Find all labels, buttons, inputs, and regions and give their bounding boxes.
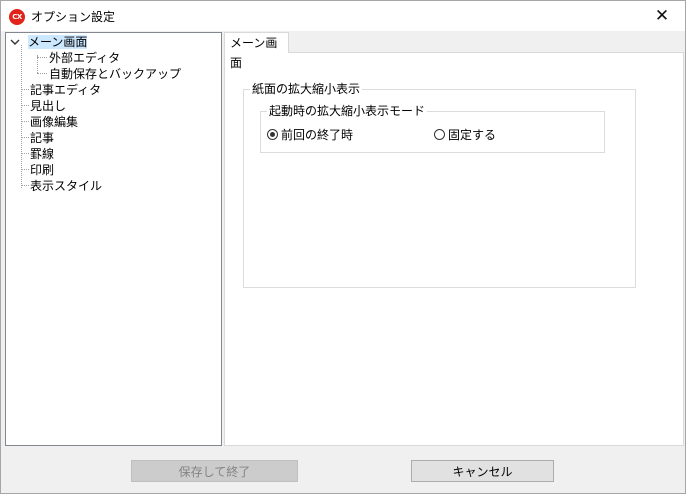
tree-connector: [21, 121, 29, 122]
tree-item-label: 記事エディタ: [30, 83, 102, 97]
chevron-down-icon[interactable]: [10, 37, 20, 47]
tree-item-label: 記事: [30, 131, 55, 145]
tree-connector: [21, 45, 22, 188]
tree-connector: [37, 57, 47, 58]
tree-item-article[interactable]: 記事: [30, 130, 54, 146]
tab-main-screen[interactable]: メーン画面: [224, 32, 289, 70]
app-icon: CX: [9, 9, 25, 25]
close-icon: ✕: [654, 6, 670, 26]
radio-previous-exit[interactable]: 前回の終了時: [267, 126, 353, 142]
tree-connector: [21, 137, 29, 138]
group-title: 紙面の拡大縮小表示: [250, 81, 363, 97]
tree-item-label: メーン画面: [28, 35, 88, 49]
title-bar: CX オプション設定 ✕: [1, 1, 685, 31]
tree-connector: [21, 169, 29, 170]
category-tree[interactable]: メーン画面 外部エディタ 自動保存とバックアップ 記事エディタ 見出し 画像編集…: [5, 32, 222, 446]
tree-item-label: 罫線: [30, 147, 55, 161]
cancel-button[interactable]: キャンセル: [411, 460, 554, 482]
tree-item-print[interactable]: 印刷: [30, 162, 54, 178]
tree-connector: [21, 105, 29, 106]
radio-label: 前回の終了時: [281, 127, 354, 142]
tree-connector: [21, 153, 29, 154]
tree-connector: [21, 89, 29, 90]
radio-checked-icon: [267, 128, 278, 140]
tree-item-label: 見出し: [30, 99, 67, 113]
tab-panel: 紙面の拡大縮小表示 起動時の拡大縮小表示モード 前回の終了時 固定する: [224, 52, 684, 446]
tree-connector: [21, 185, 29, 186]
tree-item-display-style[interactable]: 表示スタイル: [30, 178, 102, 194]
radio-fixed[interactable]: 固定する: [434, 126, 496, 142]
save-and-exit-button[interactable]: 保存して終了: [131, 460, 298, 482]
tree-item-article-editor[interactable]: 記事エディタ: [30, 82, 101, 98]
tree-item-external-editor[interactable]: 外部エディタ: [49, 50, 120, 66]
tree-item-label: 表示スタイル: [30, 179, 103, 193]
tree-connector: [37, 73, 47, 74]
tree-item-label: 自動保存とバックアップ: [49, 67, 182, 81]
radio-unchecked-icon: [434, 128, 445, 140]
tree-item-label: 外部エディタ: [49, 51, 121, 65]
options-dialog: CX オプション設定 ✕ メーン画面 外部エディタ 自動保存とバックアップ 記事…: [0, 0, 686, 494]
tree-item-main-screen[interactable]: メーン画面: [28, 34, 88, 50]
close-button[interactable]: ✕: [639, 1, 685, 31]
tree-item-autosave-backup[interactable]: 自動保存とバックアップ: [49, 66, 181, 82]
tree-item-label: 印刷: [30, 163, 55, 177]
zoom-display-group: 紙面の拡大縮小表示 起動時の拡大縮小表示モード 前回の終了時 固定する: [243, 81, 636, 288]
startup-zoom-mode-group: 起動時の拡大縮小表示モード 前回の終了時 固定する: [260, 103, 605, 153]
tree-item-ruled-lines[interactable]: 罫線: [30, 146, 54, 162]
window-title: オプション設定: [31, 10, 116, 24]
tree-item-label: 画像編集: [30, 115, 79, 129]
tree-item-headline[interactable]: 見出し: [30, 98, 66, 114]
radio-label: 固定する: [448, 127, 497, 142]
subgroup-title: 起動時の拡大縮小表示モード: [267, 103, 428, 119]
tree-item-image-edit[interactable]: 画像編集: [30, 114, 78, 130]
